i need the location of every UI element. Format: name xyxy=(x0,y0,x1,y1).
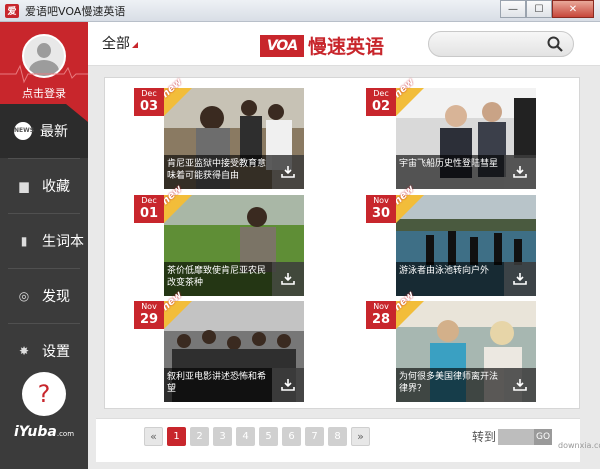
article-month: Dec xyxy=(141,196,157,205)
sidebar-item-latest[interactable]: NEWS 最新 xyxy=(0,104,88,158)
window-title-bar: 爱 爱语吧VOA慢速英语 — ☐ ✕ xyxy=(0,0,600,22)
search-icon[interactable] xyxy=(547,36,563,52)
briefcase-icon: ▆ xyxy=(19,179,29,193)
article-title[interactable]: 叙利亚电影讲述恐怖和希望 xyxy=(164,368,272,402)
page-button-6[interactable]: 6 xyxy=(282,427,301,446)
goto-label: 转到 xyxy=(472,430,497,444)
article-day: 01 xyxy=(139,206,159,221)
sidebar-item-label: 设置 xyxy=(42,344,70,360)
download-button[interactable] xyxy=(504,368,536,402)
article-month: Nov xyxy=(373,302,389,311)
article-day: 02 xyxy=(371,99,391,114)
dropdown-arrow-icon xyxy=(132,42,138,48)
sidebar-item-settings[interactable]: ✸ 设置 xyxy=(0,324,88,378)
article-card[interactable]: new Dec 01 茶价低靡致使肯尼亚农民改变茶种 xyxy=(134,184,304,296)
download-button[interactable] xyxy=(504,155,536,189)
logo-text: 慢速英语 xyxy=(308,36,385,58)
download-icon xyxy=(281,166,295,178)
category-label: 全部 xyxy=(102,36,130,52)
goto-page: 转到 GO xyxy=(472,428,553,445)
book-icon: ▮ xyxy=(20,234,28,248)
close-button[interactable]: ✕ xyxy=(552,0,594,18)
goto-button[interactable]: GO xyxy=(534,428,553,445)
window-controls: — ☐ ✕ xyxy=(500,0,594,18)
pagination-bar: « 1 2 3 4 5 6 7 8 » 转到 GO downxia.com xyxy=(96,418,600,462)
search-input[interactable] xyxy=(428,31,574,57)
article-date: Dec 02 xyxy=(366,88,396,116)
sidebar-item-label: 生词本 xyxy=(42,234,84,250)
article-date: Dec 03 xyxy=(134,88,164,116)
page-button-7[interactable]: 7 xyxy=(305,427,324,446)
article-date: Nov 30 xyxy=(366,195,396,223)
article-card[interactable]: new Dec 03 肯尼亚监狱中接受教育意味着可能获得自由 xyxy=(134,77,304,189)
download-icon xyxy=(513,166,527,178)
article-card[interactable]: new Nov 30 游泳者由泳池转向户外 xyxy=(366,184,536,296)
help-button[interactable]: ? xyxy=(22,372,66,416)
watermark: downxia.com xyxy=(558,441,600,450)
page-button-2[interactable]: 2 xyxy=(190,427,209,446)
download-button[interactable] xyxy=(504,262,536,296)
sidebar-item-label: 发现 xyxy=(42,289,70,305)
sidebar-item-favorites[interactable]: ▆ 收藏 xyxy=(0,159,88,213)
article-month: Nov xyxy=(141,302,157,311)
page-button-1[interactable]: 1 xyxy=(167,427,186,446)
article-month: Dec xyxy=(373,89,389,98)
article-title[interactable]: 为何很多美国律师离开法律界？ xyxy=(396,368,504,402)
article-day: 30 xyxy=(371,206,391,221)
article-day: 28 xyxy=(371,312,391,327)
page-button-5[interactable]: 5 xyxy=(259,427,278,446)
pagination: « 1 2 3 4 5 6 7 8 » xyxy=(144,427,374,446)
article-date: Nov 29 xyxy=(134,301,164,329)
next-page-button[interactable]: » xyxy=(351,427,370,446)
prev-page-button[interactable]: « xyxy=(144,427,163,446)
download-button[interactable] xyxy=(272,368,304,402)
article-card[interactable]: new Nov 29 叙利亚电影讲述恐怖和希望 xyxy=(134,290,304,402)
minimize-button[interactable]: — xyxy=(500,0,526,18)
voa-logo: VOA xyxy=(260,34,304,57)
app-icon: 爱 xyxy=(5,3,19,18)
goto-page-input[interactable] xyxy=(498,428,535,445)
article-month: Nov xyxy=(373,196,389,205)
article-date: Nov 28 xyxy=(366,301,396,329)
sidebar-item-label: 收藏 xyxy=(42,179,70,195)
compass-icon: ◎ xyxy=(18,289,30,303)
window-title: 爱语吧VOA慢速英语 xyxy=(25,4,126,18)
news-icon: NEWS xyxy=(14,122,34,140)
page-button-8[interactable]: 8 xyxy=(328,427,347,446)
sidebar-item-vocabulary[interactable]: ▮ 生词本 xyxy=(0,214,88,268)
article-date: Dec 01 xyxy=(134,195,164,223)
article-card[interactable]: new Nov 28 为何很多美国律师离开法律界？ xyxy=(366,290,536,402)
download-icon xyxy=(281,273,295,285)
page-button-3[interactable]: 3 xyxy=(213,427,232,446)
maximize-button[interactable]: ☐ xyxy=(526,0,552,18)
download-icon xyxy=(281,379,295,391)
article-month: Dec xyxy=(141,89,157,98)
download-button[interactable] xyxy=(272,155,304,189)
article-day: 03 xyxy=(139,99,159,114)
category-dropdown[interactable]: 全部 xyxy=(102,33,138,53)
active-marker xyxy=(66,104,88,122)
article-day: 29 xyxy=(139,312,159,327)
login-label[interactable]: 点击登录 xyxy=(0,85,88,101)
page-button-4[interactable]: 4 xyxy=(236,427,255,446)
sidebar: 点击登录 NEWS 最新 ▆ 收藏 ▮ 生词本 ◎ 发现 ✸ 设置 ? iYub… xyxy=(0,22,88,469)
app-logo: VOA 慢速英语 xyxy=(260,32,384,59)
sidebar-item-label: 最新 xyxy=(40,124,68,140)
sidebar-item-discover[interactable]: ◎ 发现 xyxy=(0,269,88,323)
header: 全部 VOA 慢速英语 xyxy=(88,22,600,66)
download-button[interactable] xyxy=(272,262,304,296)
article-card[interactable]: new Dec 02 宇宙飞船历史性登陆彗星 xyxy=(366,77,536,189)
iyuba-logo: iYuba.com xyxy=(14,424,75,440)
download-icon xyxy=(513,273,527,285)
download-icon xyxy=(513,379,527,391)
login-area[interactable]: 点击登录 xyxy=(0,22,88,104)
gear-icon: ✸ xyxy=(18,344,30,358)
